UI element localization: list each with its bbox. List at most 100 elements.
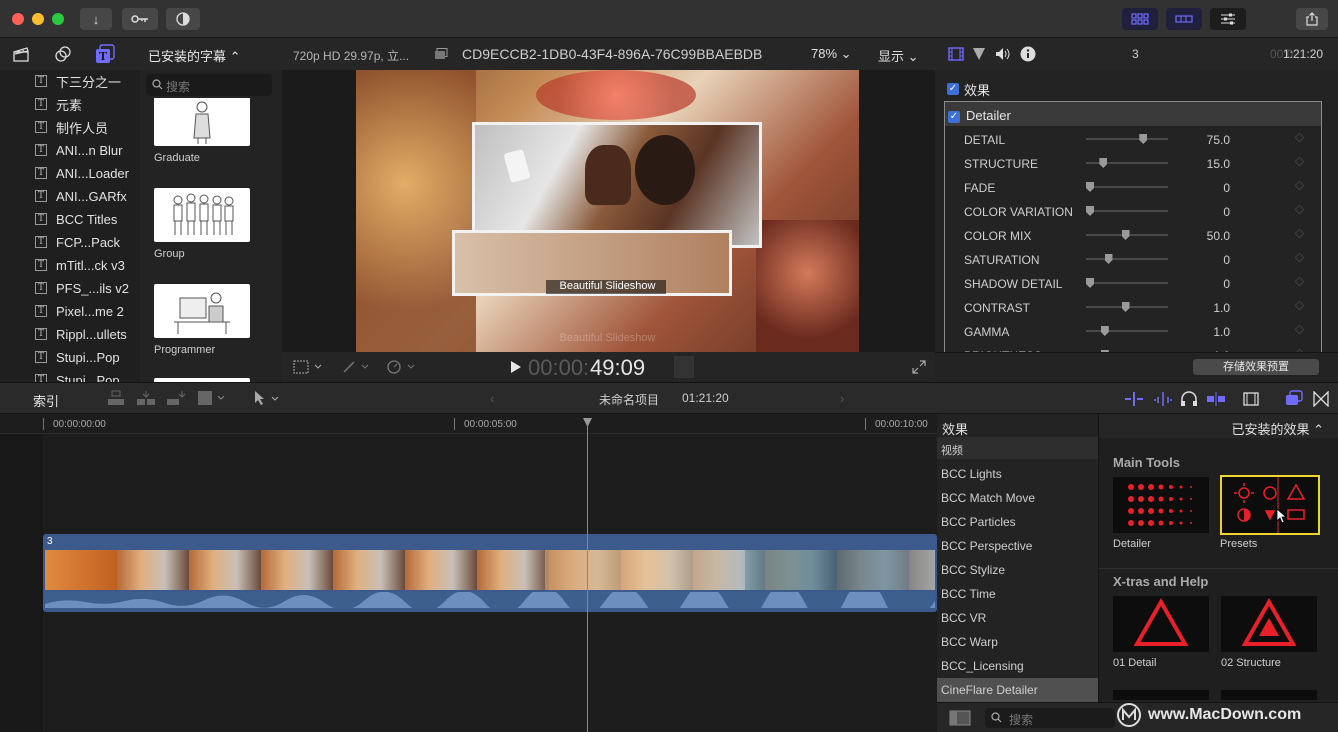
effect-category-item[interactable]: BCC Stylize: [937, 558, 1098, 582]
sidebar-toggle-icon[interactable]: [949, 710, 971, 726]
keywords-button[interactable]: [122, 8, 158, 30]
effect-tile-next-1[interactable]: [1113, 690, 1209, 700]
keyframe-diamond-icon[interactable]: [1294, 324, 1305, 335]
slider-knob[interactable]: [1086, 182, 1094, 192]
slider-knob[interactable]: [1099, 158, 1108, 168]
library-item[interactable]: T Stupi...Pop: [0, 369, 140, 382]
timeline-ruler[interactable]: 00:00:00:00 00:00:05:00 00:00:10:00: [0, 414, 937, 434]
installed-effects-dropdown[interactable]: 已安装的效果 ⌃: [1231, 419, 1324, 438]
fullscreen-icon[interactable]: [912, 360, 926, 374]
effect-category-item[interactable]: BCC Lights: [937, 462, 1098, 486]
timeline-view-button[interactable]: [1166, 8, 1202, 30]
effect-category-item[interactable]: BCC Match Move: [937, 486, 1098, 510]
history-forward-icon[interactable]: ›: [840, 391, 844, 406]
keyframe-diamond-icon[interactable]: [1294, 348, 1305, 352]
param-slider[interactable]: [1086, 182, 1168, 192]
param-slider[interactable]: [1086, 278, 1168, 288]
connect-clip-icon[interactable]: [106, 389, 126, 407]
browser-view-button[interactable]: [1122, 8, 1158, 30]
snapping-icon[interactable]: [1206, 391, 1226, 407]
param-value[interactable]: 0: [1170, 253, 1230, 267]
library-item[interactable]: T FCP...Pack: [0, 231, 140, 254]
library-item[interactable]: T Stupi...Pop: [0, 346, 140, 369]
effect-tile-presets-selected[interactable]: [1220, 475, 1320, 535]
library-item[interactable]: T 元素: [0, 93, 140, 116]
play-button[interactable]: [510, 360, 522, 374]
effect-category-item[interactable]: BCC Time: [937, 582, 1098, 606]
library-item[interactable]: T PFS_...ils v2: [0, 277, 140, 300]
param-value[interactable]: 75.0: [1170, 133, 1230, 147]
import-button[interactable]: ↓: [80, 8, 112, 30]
effect-category-item[interactable]: CineFlare Detailer: [937, 678, 1098, 702]
slider-knob[interactable]: [1100, 350, 1109, 352]
zoom-window-button[interactable]: [52, 13, 64, 25]
history-back-icon[interactable]: ‹: [490, 391, 494, 406]
slider-knob[interactable]: [1100, 326, 1109, 336]
param-value[interactable]: 0: [1170, 181, 1230, 195]
param-slider[interactable]: [1086, 254, 1168, 264]
inspector-toggle-button[interactable]: [1210, 8, 1246, 30]
param-value[interactable]: 0: [1170, 277, 1230, 291]
keyframe-diamond-icon[interactable]: [1294, 228, 1305, 239]
param-slider[interactable]: [1086, 230, 1168, 240]
param-slider[interactable]: [1086, 158, 1168, 168]
param-slider[interactable]: [1086, 134, 1168, 144]
effect-tile-02-structure[interactable]: [1221, 596, 1317, 652]
audio-skimming-icon[interactable]: [1153, 391, 1173, 407]
keyframe-diamond-icon[interactable]: [1294, 204, 1305, 215]
solo-headphones-icon[interactable]: [1180, 391, 1198, 407]
param-value[interactable]: 15.0: [1170, 157, 1230, 171]
slider-knob[interactable]: [1086, 206, 1094, 216]
share-button[interactable]: [1296, 8, 1328, 30]
library-item[interactable]: T ANI...Loader: [0, 162, 140, 185]
effect-tile-01-detail[interactable]: [1113, 596, 1209, 652]
overwrite-clip-icon[interactable]: [196, 389, 228, 407]
effect-tile-detailer[interactable]: [1113, 477, 1209, 533]
clip-appearance-icon[interactable]: [1243, 391, 1259, 407]
titles-generators-icon[interactable]: T: [95, 44, 115, 64]
close-window-button[interactable]: [12, 13, 24, 25]
library-item[interactable]: T ANI...GARfx: [0, 185, 140, 208]
effects-search-field[interactable]: 搜索: [985, 708, 1115, 728]
background-tasks-button[interactable]: [166, 8, 200, 30]
library-item[interactable]: T BCC Titles: [0, 208, 140, 231]
photos-audio-icon[interactable]: [54, 45, 72, 63]
viewer-timecode[interactable]: 49:09: [590, 355, 645, 381]
save-effects-preset-button[interactable]: 存储效果预置: [1193, 359, 1319, 375]
effect-category-item[interactable]: BCC Warp: [937, 630, 1098, 654]
effect-category-item[interactable]: BCC Perspective: [937, 534, 1098, 558]
video-category-row[interactable]: 视频: [937, 437, 1098, 459]
param-value[interactable]: 50.0: [1170, 229, 1230, 243]
display-dropdown[interactable]: 显示 ⌄: [878, 46, 919, 65]
effects-browser-icon[interactable]: [1285, 390, 1303, 408]
library-item[interactable]: TmTitl...ck v3: [0, 254, 140, 277]
retime-speed-icon[interactable]: [386, 359, 418, 375]
video-frame[interactable]: Beautiful Slideshow Beautiful Slideshow: [356, 70, 859, 352]
param-value[interactable]: 1.0: [1170, 325, 1230, 339]
effect-category-item[interactable]: BCC Particles: [937, 510, 1098, 534]
primary-storyline-clip[interactable]: 3: [43, 534, 937, 624]
titles-category-dropdown[interactable]: 已安装的字幕 ⌃: [148, 46, 241, 65]
index-button[interactable]: 索引: [33, 391, 59, 410]
connected-lane-area[interactable]: [43, 434, 937, 536]
effect-tile-next-2[interactable]: [1221, 690, 1317, 700]
param-value[interactable]: 0: [1170, 205, 1230, 219]
slider-knob[interactable]: [1086, 278, 1094, 288]
param-slider[interactable]: [1086, 326, 1168, 336]
zoom-dropdown[interactable]: 78% ⌄: [811, 46, 852, 62]
keyframe-diamond-icon[interactable]: [1294, 132, 1305, 143]
minimize-window-button[interactable]: [32, 13, 44, 25]
playhead[interactable]: [587, 418, 588, 732]
enhance-wand-icon[interactable]: [342, 360, 372, 374]
keyframe-diamond-icon[interactable]: [1294, 300, 1305, 311]
param-slider[interactable]: [1086, 206, 1168, 216]
keyframe-diamond-icon[interactable]: [1294, 276, 1305, 287]
append-clip-icon[interactable]: [166, 389, 186, 407]
transform-dropdown-icon[interactable]: [293, 360, 323, 374]
insert-clip-icon[interactable]: [136, 389, 156, 407]
keyframe-diamond-icon[interactable]: [1294, 252, 1305, 263]
param-slider[interactable]: [1086, 302, 1168, 312]
param-value[interactable]: 1.0: [1170, 349, 1230, 352]
effect-category-item[interactable]: BCC_Licensing: [937, 654, 1098, 678]
skimming-icon[interactable]: [1124, 391, 1144, 407]
